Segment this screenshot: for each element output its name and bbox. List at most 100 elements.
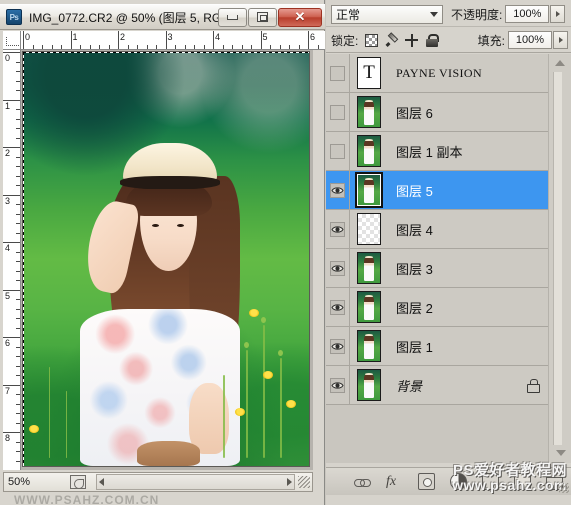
lock-transparency-icon[interactable]: [365, 33, 379, 47]
half-circle-icon[interactable]: [450, 473, 467, 490]
eye-hidden-icon[interactable]: [330, 104, 345, 120]
folder-icon[interactable]: [482, 473, 499, 490]
horizontal-ruler[interactable]: 0 1 2 3 4 5 6: [21, 31, 325, 50]
document-window: Ps IMG_0772.CR2 @ 50% (图层 5, RGB/... ✕ 0…: [0, 0, 325, 505]
eye-hidden-icon[interactable]: [330, 65, 345, 81]
layer-thumbnail-cell[interactable]: [350, 132, 388, 171]
layer-row[interactable]: 图层 3: [326, 248, 548, 288]
layer-thumbnail-cell[interactable]: [350, 210, 388, 249]
eye-hidden-icon[interactable]: [330, 143, 345, 159]
scroll-down-arrow-icon[interactable]: [553, 446, 568, 460]
layer-visibility-cell[interactable]: [326, 287, 350, 327]
fx-icon[interactable]: fx: [386, 473, 403, 490]
layer-thumbnail[interactable]: [357, 369, 381, 401]
arrow-right-icon[interactable]: [287, 478, 292, 486]
link-icon[interactable]: [354, 473, 371, 490]
layer-name: 图层 3: [396, 261, 433, 277]
layer-visibility-cell[interactable]: [326, 209, 350, 249]
layer-row[interactable]: 图层 1: [326, 326, 548, 366]
eye-visible-icon[interactable]: [330, 182, 345, 198]
layer-visibility-cell[interactable]: [326, 54, 350, 93]
layer-thumbnail[interactable]: [357, 330, 381, 362]
photo-yellow-flower: [286, 399, 297, 408]
photoshop-window: Ps IMG_0772.CR2 @ 50% (图层 5, RGB/... ✕ 0…: [0, 0, 571, 505]
lock-all-padlock-icon[interactable]: [425, 33, 440, 47]
layer-visibility-cell[interactable]: [326, 131, 350, 171]
eye-visible-icon[interactable]: [330, 338, 345, 354]
selection-marquee-left: [23, 52, 24, 466]
ruler-label: 2: [120, 32, 126, 42]
layer-thumbnail-cell[interactable]: [350, 249, 388, 288]
layer-visibility-cell[interactable]: [326, 170, 350, 210]
eye-visible-icon[interactable]: [330, 299, 345, 315]
photo-flower-stem: [263, 325, 265, 458]
arrow-left-icon[interactable]: [99, 478, 104, 486]
layer-row[interactable]: 图层 1 副本: [326, 131, 548, 171]
scroll-up-arrow-icon[interactable]: [553, 56, 568, 70]
layer-thumbnail-cell[interactable]: T: [350, 54, 388, 93]
stepper-arrow-icon: [558, 37, 563, 43]
photo-flower-stem: [280, 358, 282, 458]
photo-thumb: [358, 370, 380, 400]
layer-thumbnail-cell[interactable]: [350, 288, 388, 327]
layer-thumbnail-cell[interactable]: [350, 327, 388, 366]
eye-visible-icon[interactable]: [330, 221, 345, 237]
layer-thumbnail[interactable]: [357, 213, 381, 245]
document-thumbnail-icon[interactable]: [70, 475, 86, 489]
vertical-ruler[interactable]: 0 1 2 3 4 5 6 7 8: [3, 50, 21, 470]
eye-visible-icon[interactable]: [330, 377, 345, 393]
ruler-label: 6: [5, 338, 11, 348]
layer-row[interactable]: 图层 4: [326, 209, 548, 249]
new-page-icon[interactable]: [514, 473, 531, 490]
document-title-bar[interactable]: Ps IMG_0772.CR2 @ 50% (图层 5, RGB/... ✕: [0, 4, 325, 30]
horizontal-scrollbar[interactable]: [96, 474, 295, 490]
layers-panel: 正常 不透明度: 100% 锁定: 填充: 100% T PAYNE VISIO…: [326, 0, 571, 505]
layer-visibility-cell[interactable]: [326, 326, 350, 366]
layer-visibility-cell[interactable]: [326, 92, 350, 132]
canvas-area[interactable]: [21, 50, 313, 470]
document-image[interactable]: [23, 52, 309, 466]
layer-row[interactable]: 图层 6: [326, 92, 548, 132]
layer-row[interactable]: 图层 2: [326, 287, 548, 327]
ruler-label: 4: [5, 243, 11, 253]
blend-mode-select[interactable]: 正常: [331, 4, 443, 24]
opacity-stepper[interactable]: [550, 5, 566, 23]
lock-image-brush-icon[interactable]: [385, 34, 398, 47]
layer-thumbnail-cell[interactable]: [350, 366, 388, 405]
photo-subject-basket: [137, 441, 201, 466]
minimize-button[interactable]: [218, 7, 247, 27]
lock-position-move-icon[interactable]: [405, 33, 419, 47]
ruler-origin-corner[interactable]: [3, 31, 21, 50]
photo-yellow-flower: [263, 370, 274, 379]
layers-scrollbar[interactable]: [548, 54, 571, 463]
close-button[interactable]: ✕: [278, 7, 322, 27]
document-watermark: WWW.PSAHZ.COM.CN: [14, 493, 160, 505]
layer-thumbnail[interactable]: [355, 172, 383, 208]
restore-button[interactable]: [248, 7, 277, 27]
panel-resize-grip-icon[interactable]: [559, 483, 569, 493]
layer-thumbnail[interactable]: [357, 252, 381, 284]
layer-thumbnail[interactable]: [357, 96, 381, 128]
layer-list[interactable]: T PAYNE VISION 图层 6 图层 1 副本 图层 5 图层 4 图层 3 图层 2…: [326, 54, 571, 463]
scrollbar-track[interactable]: [553, 72, 562, 445]
layer-row[interactable]: T PAYNE VISION: [326, 54, 548, 93]
zoom-level-field[interactable]: 50%: [4, 476, 56, 488]
mask-icon[interactable]: [418, 473, 435, 490]
eye-visible-icon[interactable]: [330, 260, 345, 276]
fill-stepper[interactable]: [553, 31, 568, 49]
layer-thumbnail-cell[interactable]: [350, 171, 388, 210]
resize-grip-icon[interactable]: [298, 476, 310, 488]
layer-thumbnail[interactable]: T: [357, 57, 381, 89]
layer-thumbnail-cell[interactable]: [350, 93, 388, 132]
layer-row[interactable]: 背景: [326, 365, 548, 405]
layer-thumbnail[interactable]: [357, 291, 381, 323]
layer-name: PAYNE VISION: [396, 65, 483, 80]
layer-thumbnail[interactable]: [357, 135, 381, 167]
opacity-input[interactable]: 100%: [505, 5, 550, 23]
ruler-tick-major: [308, 31, 309, 49]
fill-input[interactable]: 100%: [508, 31, 552, 49]
layer-visibility-cell[interactable]: [326, 365, 350, 405]
layer-row[interactable]: 图层 5: [326, 170, 548, 210]
ruler-tick-major: [165, 31, 167, 49]
layer-visibility-cell[interactable]: [326, 248, 350, 288]
